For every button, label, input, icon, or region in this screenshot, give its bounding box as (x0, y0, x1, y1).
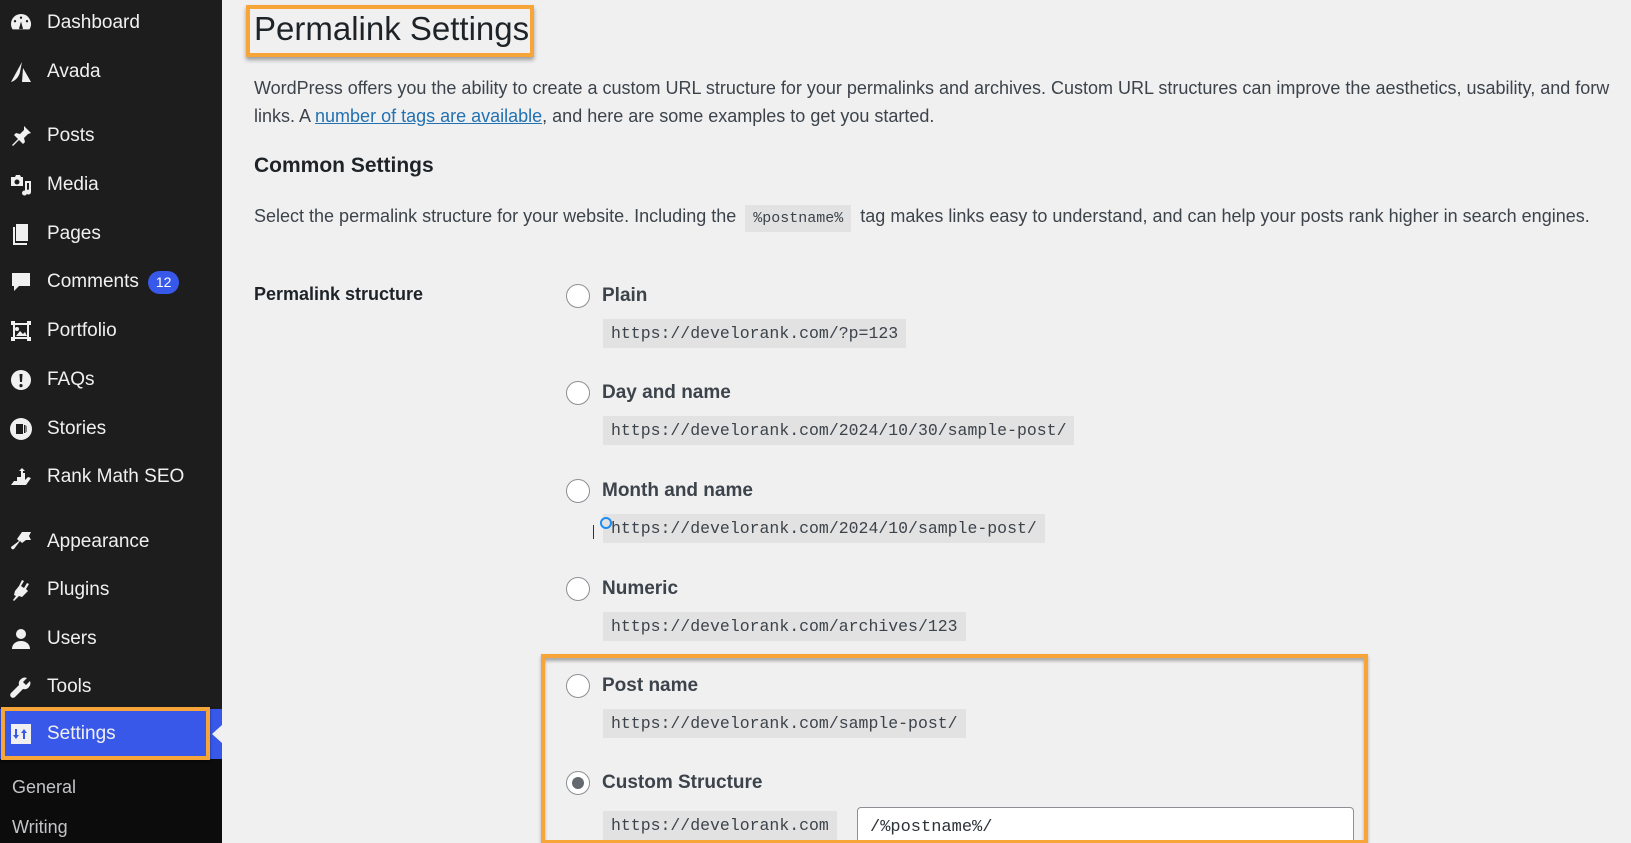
submenu-item-writing[interactable]: Writing (12, 817, 68, 838)
custom-structure-input[interactable] (857, 807, 1354, 843)
sidebar-item-label: Stories (47, 418, 107, 439)
user-icon (8, 626, 34, 652)
busy-cursor-icon (600, 517, 612, 529)
settings-submenu: General Writing (0, 759, 222, 843)
postname-tag-code: %postname% (745, 205, 852, 232)
submenu-item-general[interactable]: General (12, 777, 76, 798)
sidebar-item-media[interactable]: Media (0, 162, 222, 208)
sidebar-item-label: Avada (47, 61, 101, 82)
permalink-structure-label: Permalink structure (254, 284, 424, 304)
option-example-url: https://develorank.com/2024/10/sample-po… (603, 514, 1045, 543)
sidebar-item-faqs[interactable]: FAQs (0, 357, 222, 403)
sidebar-item-label: Tools (47, 676, 92, 697)
option-label[interactable]: Plain (602, 284, 647, 308)
exclamation-icon (8, 367, 34, 393)
rank-math-icon (8, 464, 34, 490)
admin-sidebar: Dashboard Avada Posts Media Pages Commen… (0, 0, 222, 843)
plug-icon (8, 577, 34, 603)
pushpin-icon (8, 123, 34, 149)
settings-icon (8, 721, 34, 747)
sidebar-item-label: Plugins (47, 579, 110, 600)
sidebar-item-label: Portfolio (47, 320, 117, 341)
sidebar-item-users[interactable]: Users (0, 616, 222, 662)
option-label[interactable]: Day and name (602, 381, 731, 405)
comments-count-badge: 12 (147, 270, 180, 294)
common-settings-heading: Common Settings (254, 154, 434, 177)
option-label[interactable]: Post name (602, 674, 698, 698)
sidebar-item-label: Dashboard (47, 12, 140, 33)
media-icon (8, 172, 34, 198)
dashboard-icon (8, 10, 34, 36)
stories-icon (8, 416, 34, 442)
paintbrush-icon (8, 529, 34, 555)
intro-text: WordPress offers you the ability to crea… (254, 74, 1631, 130)
option-label[interactable]: Custom Structure (602, 771, 762, 795)
avada-icon (8, 59, 34, 85)
intro-line-1: WordPress offers you the ability to crea… (254, 78, 1610, 98)
intro-line-2-end: , and here are some examples to get you … (542, 106, 935, 126)
current-menu-arrow (212, 725, 222, 743)
pages-icon (8, 221, 34, 247)
sidebar-item-appearance[interactable]: Appearance (0, 519, 222, 565)
radio-plain[interactable] (566, 284, 590, 308)
sidebar-item-label: Pages (47, 223, 101, 244)
available-tags-link[interactable]: number of tags are available (315, 106, 542, 126)
sidebar-item-label: Comments (47, 271, 139, 292)
portfolio-icon (8, 318, 34, 344)
sidebar-item-plugins[interactable]: Plugins (0, 567, 222, 613)
comment-icon (8, 269, 34, 295)
sidebar-item-label: Users (47, 628, 97, 649)
sidebar-item-label: FAQs (47, 369, 95, 390)
radio-day-and-name[interactable] (566, 381, 590, 405)
radio-custom-structure[interactable] (566, 771, 590, 795)
desc-text-end: tag makes links easy to understand, and … (860, 206, 1590, 226)
intro-line-2-start: links. A (254, 106, 316, 126)
option-label[interactable]: Numeric (602, 577, 678, 601)
sidebar-item-tools[interactable]: Tools (0, 664, 222, 710)
sidebar-item-dashboard[interactable]: Dashboard (0, 0, 222, 46)
radio-month-and-name[interactable] (566, 479, 590, 503)
wrench-icon (8, 674, 34, 700)
text-cursor (593, 525, 594, 539)
radio-numeric[interactable] (566, 577, 590, 601)
sidebar-item-comments[interactable]: Comments 12 (0, 259, 222, 305)
sidebar-item-posts[interactable]: Posts (0, 113, 222, 159)
sidebar-item-rank-math-seo[interactable]: Rank Math SEO (0, 454, 222, 500)
sidebar-item-label: Posts (47, 125, 95, 146)
option-example-url: https://develorank.com/?p=123 (603, 319, 907, 348)
sidebar-item-pages[interactable]: Pages (0, 211, 222, 257)
custom-structure-base-url: https://develorank.com (603, 811, 837, 840)
sidebar-item-label: Media (47, 174, 99, 195)
option-example-url: https://develorank.com/sample-post/ (603, 709, 966, 738)
sidebar-item-portfolio[interactable]: Portfolio (0, 308, 222, 354)
sidebar-item-avada[interactable]: Avada (0, 49, 222, 95)
common-settings-description: Select the permalink structure for your … (254, 205, 1590, 232)
option-label[interactable]: Month and name (602, 479, 753, 503)
sidebar-item-label: Settings (47, 723, 116, 744)
option-example-url: https://develorank.com/2024/10/30/sample… (603, 416, 1075, 445)
sidebar-item-label: Appearance (47, 531, 150, 552)
sidebar-item-settings[interactable]: Settings (0, 709, 222, 759)
sidebar-item-label: Rank Math SEO (47, 466, 185, 487)
radio-post-name[interactable] (566, 674, 590, 698)
page-title: Permalink Settings (254, 10, 530, 47)
desc-text-start: Select the permalink structure for your … (254, 206, 737, 226)
sidebar-item-stories[interactable]: Stories (0, 406, 222, 452)
option-example-url: https://develorank.com/archives/123 (603, 612, 966, 641)
